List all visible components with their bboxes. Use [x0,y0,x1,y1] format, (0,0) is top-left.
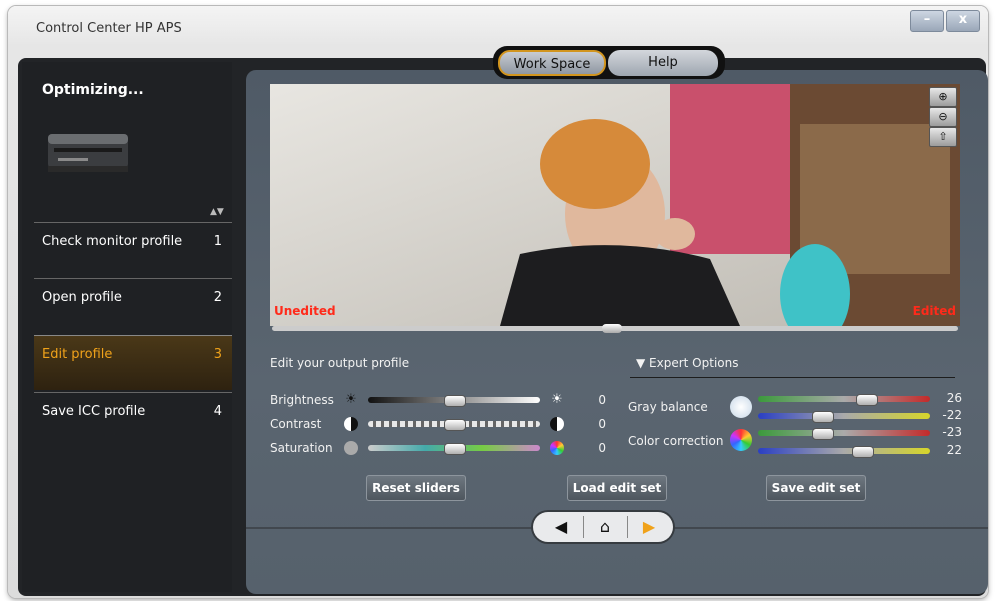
color-correction-label: Color correction [628,434,724,448]
tab-bar: Work Space Help [493,46,725,79]
reset-sliders-button[interactable]: Reset sliders [366,475,466,501]
saturation-value: 0 [598,441,606,455]
step-number: 1 [213,234,222,249]
printer-icon [48,134,128,172]
zoom-in-icon[interactable]: ⊕ [929,87,957,107]
sun-dark-icon: ☀ [345,392,357,407]
minimize-button[interactable]: – [910,10,944,32]
step-number: 2 [213,290,222,305]
gray-balance-blue-yellow-slider[interactable] [758,413,930,419]
saturation-label: Saturation [270,441,333,455]
contrast-label: Contrast [270,417,322,431]
brightness-thumb[interactable] [444,395,466,407]
contrast-thumb[interactable] [444,419,466,431]
zoom-out-icon[interactable]: ⊖ [929,107,957,127]
edited-label: Edited [912,304,956,318]
sidebar: Optimizing... ▲▼ Check monitor profile 1… [22,62,232,592]
gray-balance-label: Gray balance [628,400,708,414]
preview-photo [270,84,960,326]
sun-light-icon: ☀ [551,392,563,407]
gray-balance-green-red-slider[interactable] [758,396,930,402]
navigation-bar: ◀ ⌂ ▶ [533,512,673,542]
saturation-low-icon [344,441,358,455]
window-title: Control Center HP APS [36,21,182,36]
contrast-value: 0 [598,417,606,431]
gray-balance-thumb-1[interactable] [856,394,878,406]
sort-arrows-icon[interactable]: ▲▼ [210,207,224,217]
forward-arrow-icon[interactable]: ▶ [627,515,671,539]
brightness-label: Brightness [270,393,334,407]
contrast-low-icon [344,417,358,431]
step-edit-profile[interactable]: Edit profile 3 [34,335,232,390]
gray-balance-thumb-2[interactable] [812,411,834,423]
home-icon[interactable]: ⌂ [583,515,627,539]
step-number: 4 [213,404,222,419]
status-label: Optimizing... [42,82,144,98]
color-correction-value-2: 22 [946,443,962,457]
color-wheel-icon [730,429,752,451]
fit-screen-icon[interactable]: ⇧ [929,127,957,147]
step-label: Open profile [42,290,122,305]
step-number: 3 [213,347,222,362]
before-after-slider[interactable] [272,324,958,333]
expert-toggle[interactable]: ▼ Expert Options [636,356,738,370]
gray-balance-value-2: -22 [942,408,962,422]
saturation-thumb[interactable] [444,443,466,455]
step-label: Save ICC profile [42,404,146,419]
color-correction-value-1: -23 [942,425,962,439]
step-label: Edit profile [42,347,113,362]
load-edit-set-button[interactable]: Load edit set [567,475,667,501]
tab-workspace[interactable]: Work Space [498,50,606,76]
back-arrow-icon[interactable]: ◀ [539,515,583,539]
step-save-icc[interactable]: Save ICC profile 4 [34,392,232,447]
color-correction-blue-yellow-slider[interactable] [758,448,930,454]
color-correction-green-red-slider[interactable] [758,430,930,436]
contrast-high-icon [550,417,564,431]
saturation-high-icon [550,441,564,455]
save-edit-set-button[interactable]: Save edit set [766,475,866,501]
slider-thumb[interactable] [602,324,622,333]
expert-heading: Expert Options [649,356,739,370]
step-check-monitor[interactable]: Check monitor profile 1 [34,222,232,277]
step-open-profile[interactable]: Open profile 2 [34,278,232,333]
brightness-value: 0 [598,393,606,407]
preview-image[interactable]: Unedited Edited ⊕ ⊖ ⇧ [270,84,960,326]
unedited-label: Unedited [274,304,336,318]
gray-balance-value-1: 26 [946,391,962,405]
color-correction-thumb-1[interactable] [812,428,834,440]
gray-balance-wheel-icon [730,396,752,418]
close-button[interactable]: x [946,10,980,32]
color-correction-thumb-2[interactable] [852,446,874,458]
expert-divider [630,377,955,378]
tab-help[interactable]: Help [608,50,718,76]
step-label: Check monitor profile [42,234,183,249]
edit-heading: Edit your output profile [270,356,410,370]
triangle-down-icon: ▼ [636,356,650,370]
